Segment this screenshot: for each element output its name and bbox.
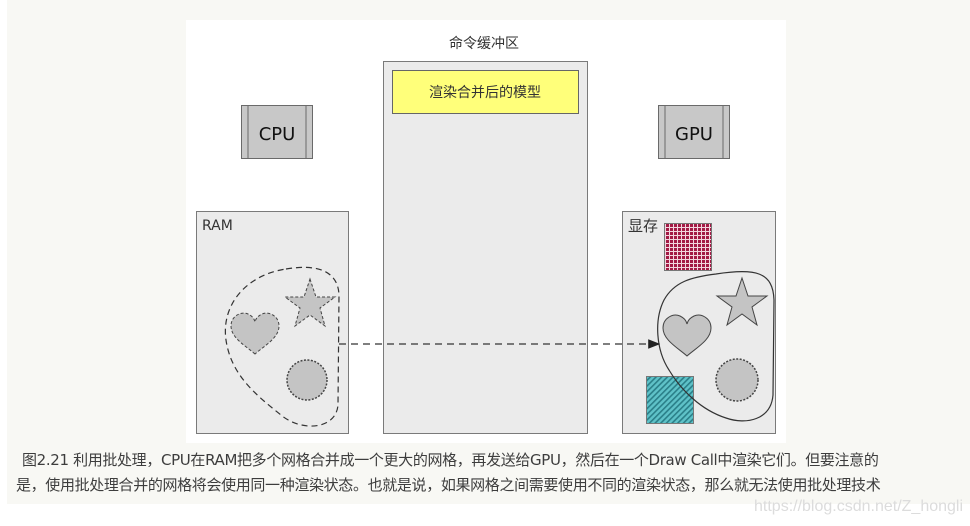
caption-line-1: 图2.21 利用批处理，CPU在RAM把多个网格合并成一个更大的网格，再发送给G…	[22, 451, 879, 469]
vram-label: 显存	[628, 217, 658, 235]
merged-model-label: 渲染合并后的模型	[429, 85, 541, 101]
caption-line-2: 是，使用批处理合并的网格将会使用同一种渲染状态。也就是说，如果网格之间需要使用不…	[16, 476, 881, 494]
cpu-chip: CPU	[241, 105, 313, 159]
gpu-chip: GPU	[658, 105, 730, 159]
command-buffer-title: 命令缓冲区	[449, 35, 519, 52]
figure-caption: 图2.21 利用批处理，CPU在RAM把多个网格合并成一个更大的网格，再发送给G…	[16, 448, 966, 498]
ram-label: RAM	[202, 218, 233, 234]
gear-shape	[286, 359, 328, 401]
striped-texture	[646, 376, 694, 424]
checker-texture	[664, 223, 712, 271]
batching-diagram: 命令缓冲区 渲染合并后的模型 CPU GPU RAM 显存	[186, 20, 786, 443]
gpu-label: GPU	[675, 124, 713, 145]
gear-shape	[715, 358, 759, 402]
watermark: https://blog.csdn.net/Z_hongli	[754, 498, 964, 515]
command-buffer-panel	[383, 61, 588, 434]
ram-panel: RAM	[196, 211, 349, 434]
cpu-label: CPU	[259, 124, 296, 145]
vram-panel: 显存	[622, 211, 776, 434]
